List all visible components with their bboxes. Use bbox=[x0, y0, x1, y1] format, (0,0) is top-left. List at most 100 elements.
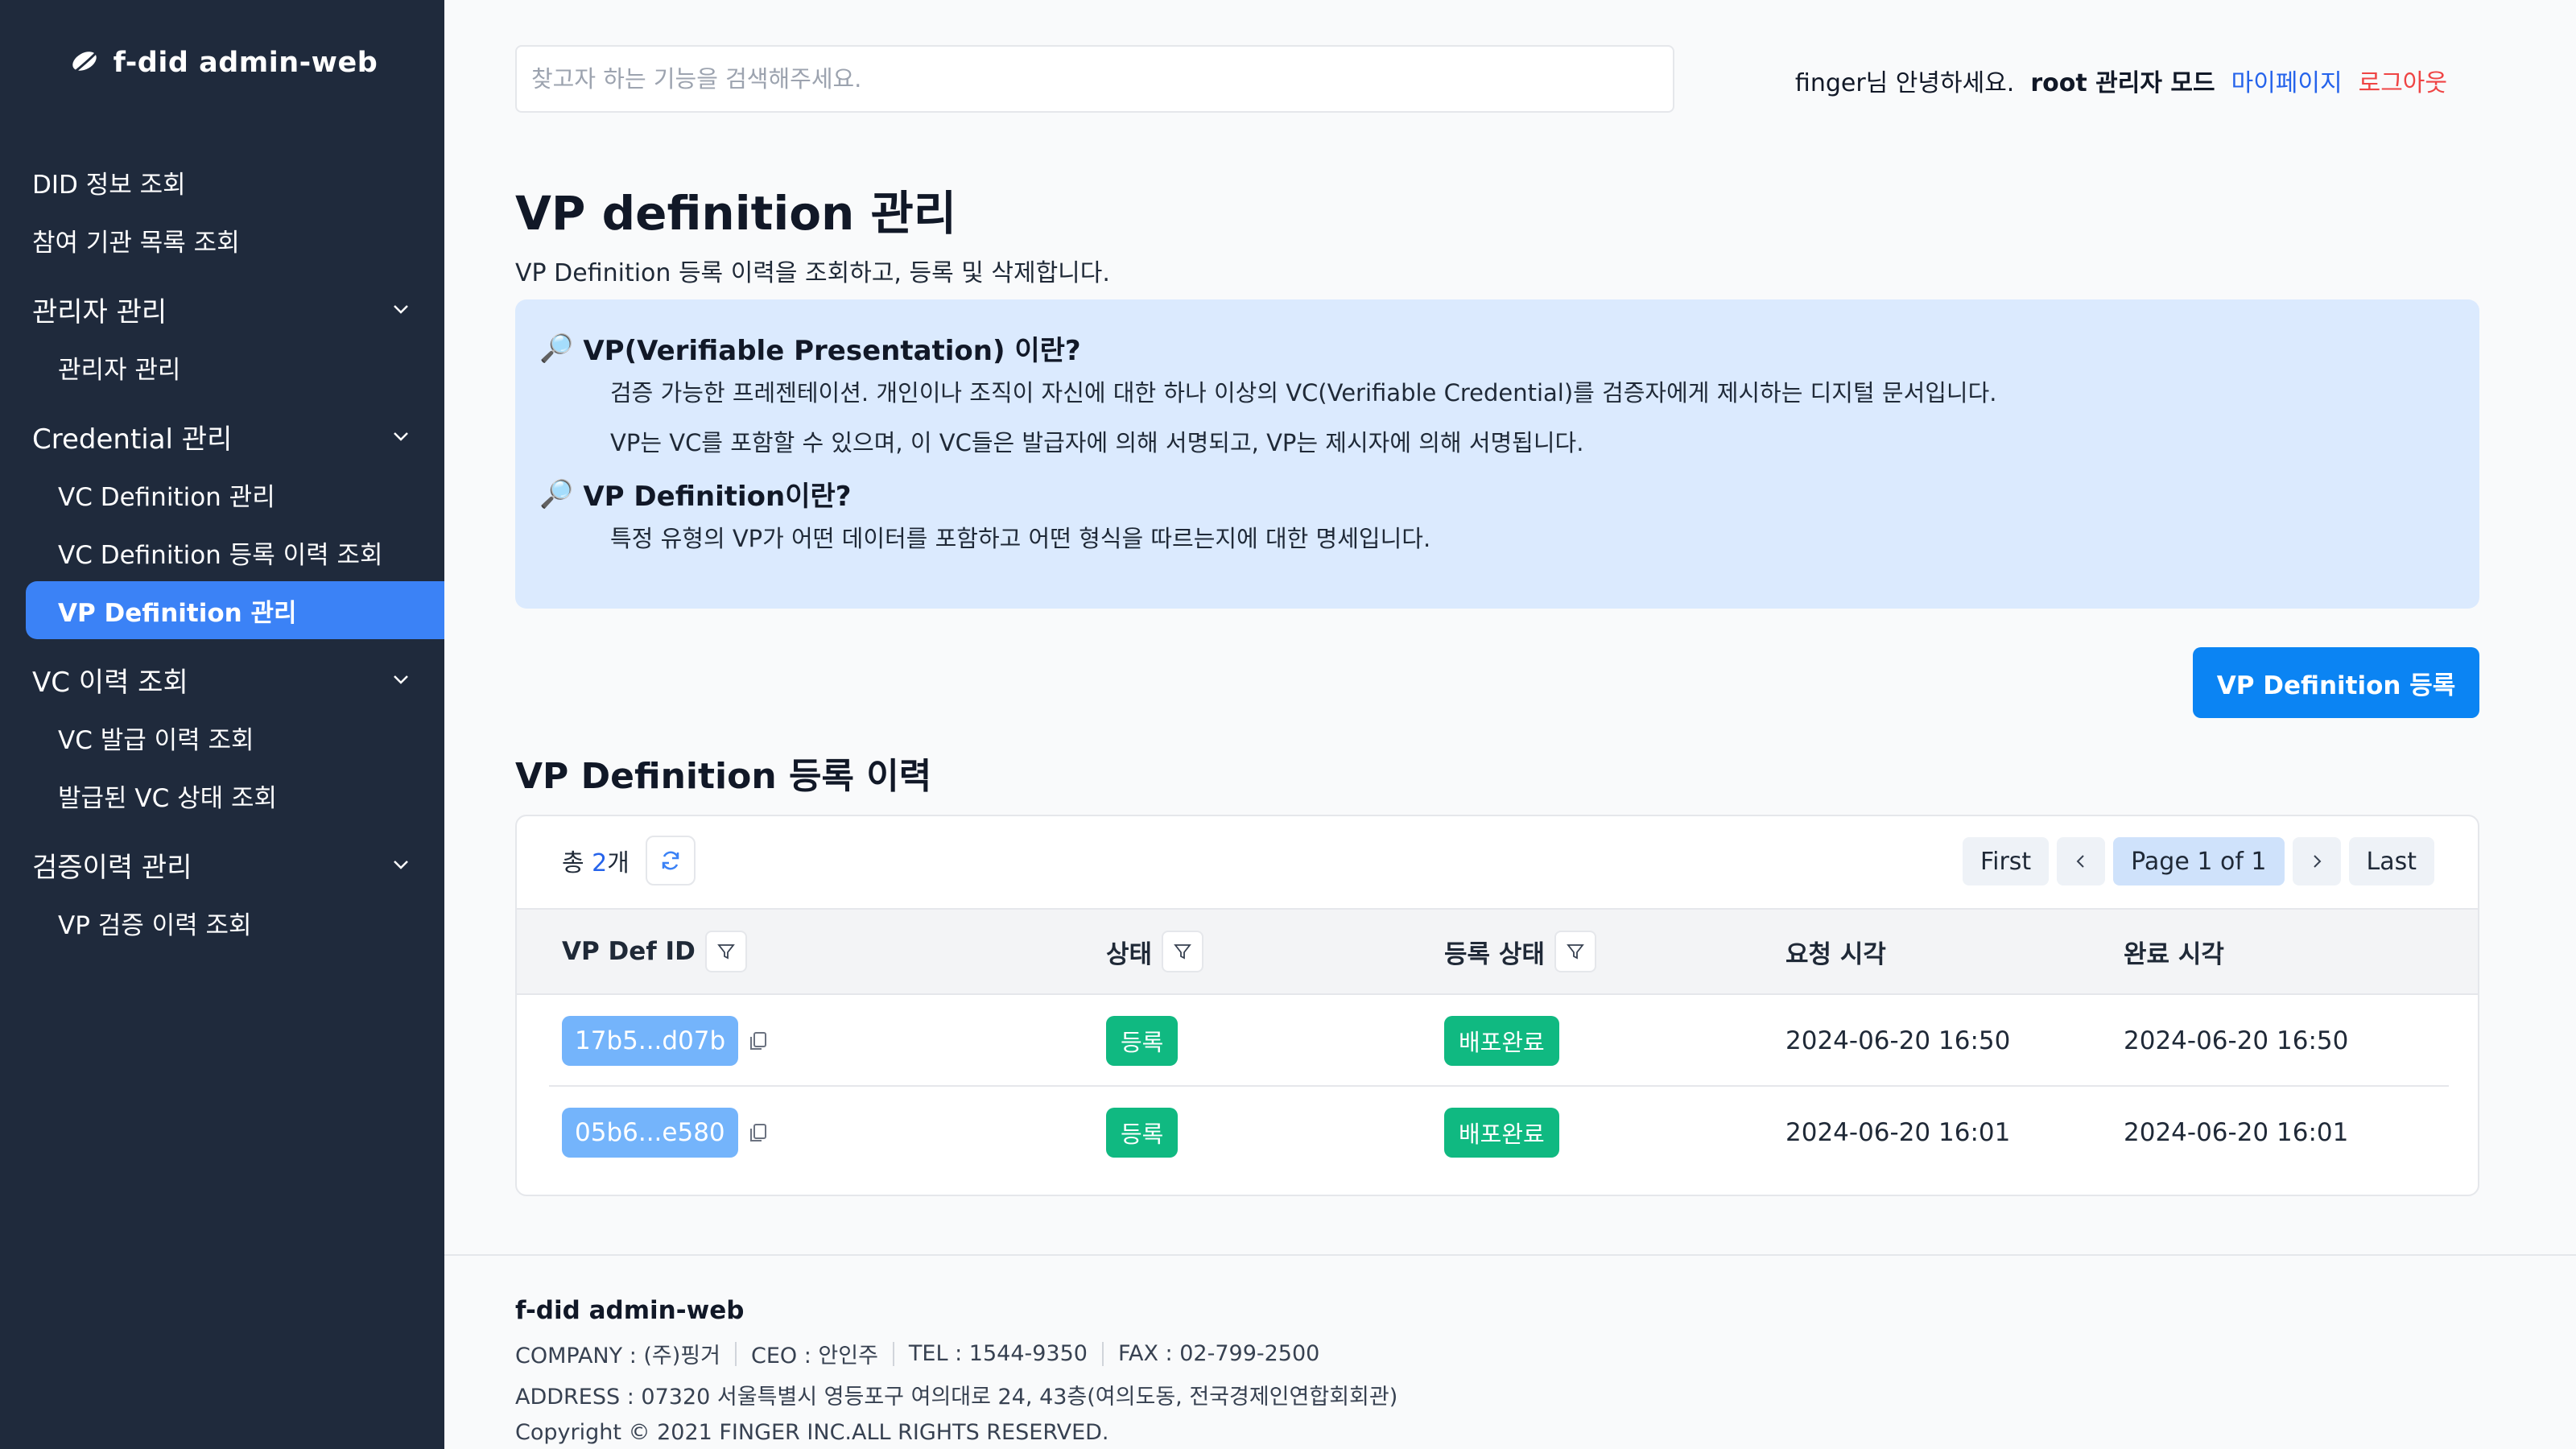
column-header-status: 상태 bbox=[1106, 910, 1204, 993]
footer-company-info: COMPANY : (주)핑거 CEO : 안인주 TEL : 1544-935… bbox=[515, 1338, 2576, 1369]
sidebar-group-label: 검증이력 관리 bbox=[32, 851, 192, 884]
footer-title: f-did admin-web bbox=[515, 1296, 745, 1325]
requested-time: 2024-06-20 16:01 bbox=[1785, 1118, 2011, 1147]
page-description: VP Definition 등록 이력을 조회하고, 등록 및 삭제합니다. bbox=[515, 259, 1110, 287]
filter-button[interactable] bbox=[1554, 931, 1596, 972]
reg-status-cell: 배포완료 bbox=[1444, 1087, 1559, 1179]
page-indicator: Page 1 of 1 bbox=[2113, 837, 2285, 886]
footer-fax: FAX : 02-799-2500 bbox=[1117, 1341, 1320, 1366]
column-label: VP Def ID bbox=[562, 937, 696, 966]
sidebar-group-admin[interactable]: 관리자 관리 bbox=[0, 280, 444, 338]
sidebar-item-admin-manage[interactable]: 관리자 관리 bbox=[0, 338, 444, 396]
sidebar-group-credential[interactable]: Credential 관리 bbox=[0, 407, 444, 465]
sidebar-group-label: 관리자 관리 bbox=[32, 295, 167, 328]
column-label: 등록 상태 bbox=[1444, 939, 1545, 969]
chevron-down-icon bbox=[394, 675, 408, 684]
column-header-requested: 요청 시각 bbox=[1785, 910, 1886, 993]
vp-def-id[interactable]: 17b5...d07b bbox=[562, 1016, 739, 1066]
total-count: 총 2개 bbox=[562, 836, 696, 886]
reg-status-badge: 배포완료 bbox=[1444, 1016, 1559, 1066]
footer-divider bbox=[892, 1341, 894, 1366]
register-vp-definition-button[interactable]: VP Definition 등록 bbox=[2193, 647, 2479, 718]
sidebar-group-vc-history[interactable]: VC 이력 조회 bbox=[0, 650, 444, 708]
chevron-right-icon bbox=[2313, 855, 2321, 868]
total-number: 2 bbox=[592, 849, 608, 877]
table-row[interactable]: 17b5...d07b 등록 배포완료 2024-06-20 16:50 202… bbox=[549, 995, 2449, 1087]
sidebar-group-label: VC 이력 조회 bbox=[32, 666, 188, 699]
column-header-reg-status: 등록 상태 bbox=[1444, 910, 1596, 993]
info-box: 🔎 VP(Verifiable Presentation) 이란? 검증 가능한… bbox=[515, 299, 2479, 609]
prev-page-button[interactable] bbox=[2057, 837, 2106, 886]
vp-def-id[interactable]: 05b6...e580 bbox=[562, 1108, 738, 1158]
chevron-left-icon bbox=[2076, 855, 2084, 868]
history-table-card: 총 2개 First Page 1 of 1 Last VP Def ID 상태 bbox=[515, 815, 2479, 1196]
sidebar-item-vc-definition-history[interactable]: VC Definition 등록 이력 조회 bbox=[0, 523, 444, 581]
next-page-button[interactable] bbox=[2292, 837, 2341, 886]
footer-tel: TEL : 1544-9350 bbox=[908, 1341, 1088, 1366]
table-row[interactable]: 05b6...e580 등록 배포완료 2024-06-20 16:01 202… bbox=[549, 1087, 2449, 1179]
info-paragraph: 특정 유형의 VP가 어떤 데이터를 포함하고 어떤 형식을 따르는지에 대한 … bbox=[610, 525, 1431, 552]
footer-ceo: CEO : 안인주 bbox=[750, 1344, 878, 1368]
last-page-button[interactable]: Last bbox=[2348, 837, 2434, 886]
copy-icon[interactable] bbox=[746, 1029, 770, 1053]
footer-company: COMPANY : (주)핑거 bbox=[515, 1344, 720, 1368]
sidebar-item-label: DID 정보 조회 bbox=[32, 170, 186, 200]
brand-leaf-icon bbox=[68, 52, 97, 77]
mypage-link[interactable]: 마이페이지 bbox=[2231, 63, 2343, 98]
sidebar-item-label: 참여 기관 목록 조회 bbox=[32, 228, 240, 258]
sidebar-nav: DID 정보 조회 참여 기관 목록 조회 관리자 관리 관리자 관리 Cred… bbox=[0, 153, 444, 952]
filter-icon bbox=[1567, 944, 1584, 960]
brand[interactable]: f-did admin-web bbox=[0, 47, 444, 79]
sidebar-item-label: 발급된 VC 상태 조회 bbox=[58, 783, 278, 813]
column-label: 완료 시각 bbox=[2124, 939, 2224, 969]
info-heading-text: VP Definition이란? bbox=[583, 481, 852, 513]
info-heading-text: VP(Verifiable Presentation) 이란? bbox=[583, 335, 1081, 367]
info-paragraph: VP는 VC를 포함할 수 있으며, 이 VC들은 발급자에 의해 서명되고, … bbox=[610, 429, 1584, 456]
sidebar-item-vp-verify-history[interactable]: VP 검증 이력 조회 bbox=[0, 894, 444, 952]
chevron-down-icon bbox=[394, 305, 408, 314]
user-bar: finger님 안녕하세요. root 관리자 모드 마이페이지 로그아웃 bbox=[1795, 63, 2447, 98]
sidebar-item-vc-issue-history[interactable]: VC 발급 이력 조회 bbox=[0, 708, 444, 766]
sidebar-item-org-list[interactable]: 참여 기관 목록 조회 bbox=[0, 211, 444, 269]
status-cell: 등록 bbox=[1106, 995, 1179, 1087]
refresh-icon bbox=[662, 851, 679, 870]
total-prefix: 총 bbox=[562, 849, 592, 877]
magnifier-icon: 🔎 bbox=[539, 332, 574, 365]
status-badge: 등록 bbox=[1106, 1016, 1179, 1066]
completed-time: 2024-06-20 16:50 bbox=[2124, 1026, 2349, 1055]
sidebar-item-did-info[interactable]: DID 정보 조회 bbox=[0, 153, 444, 211]
footer-copyright: Copyright © 2021 FINGER INC.ALL RIGHTS R… bbox=[515, 1420, 1109, 1445]
refresh-button[interactable] bbox=[645, 836, 696, 886]
filter-icon bbox=[716, 944, 735, 960]
sidebar-item-label: VC Definition 관리 bbox=[58, 482, 275, 512]
completed-time: 2024-06-20 16:01 bbox=[2124, 1118, 2349, 1147]
first-page-button[interactable]: First bbox=[1963, 837, 2050, 886]
info-heading-vp: 🔎 VP(Verifiable Presentation) 이란? bbox=[539, 328, 2455, 368]
logout-link[interactable]: 로그아웃 bbox=[2359, 63, 2447, 98]
page-title: VP definition 관리 bbox=[515, 186, 957, 241]
sidebar-item-label: VC Definition 등록 이력 조회 bbox=[58, 540, 383, 570]
copy-icon[interactable] bbox=[746, 1121, 770, 1145]
mode-label: root 관리자 모드 bbox=[2030, 69, 2215, 97]
filter-button[interactable] bbox=[704, 931, 747, 972]
column-label: 상태 bbox=[1106, 939, 1153, 969]
section-title: VP Definition 등록 이력 bbox=[515, 756, 932, 797]
pagination: First Page 1 of 1 Last bbox=[1963, 837, 2434, 886]
status-cell: 등록 bbox=[1106, 1087, 1179, 1179]
status-badge: 등록 bbox=[1106, 1108, 1179, 1158]
vp-def-id-cell: 17b5...d07b bbox=[562, 995, 770, 1087]
info-heading-vp-definition: 🔎 VP Definition이란? bbox=[539, 474, 2455, 514]
column-label: 요청 시각 bbox=[1785, 939, 1886, 969]
chevron-down-icon bbox=[394, 432, 408, 441]
sidebar-item-vp-definition[interactable]: VP Definition 관리 bbox=[26, 581, 444, 639]
sidebar-item-vc-definition[interactable]: VC Definition 관리 bbox=[0, 465, 444, 523]
table-header: VP Def ID 상태 등록 상태 요청 시각 완료 시각 bbox=[517, 908, 2478, 995]
reg-status-badge: 배포완료 bbox=[1444, 1108, 1559, 1158]
sidebar-item-vc-status[interactable]: 발급된 VC 상태 조회 bbox=[0, 766, 444, 824]
reg-status-cell: 배포완료 bbox=[1444, 995, 1559, 1087]
filter-button[interactable] bbox=[1162, 931, 1204, 972]
sidebar-group-verify[interactable]: 검증이력 관리 bbox=[0, 836, 444, 894]
footer-divider bbox=[1101, 1341, 1104, 1366]
search-input[interactable] bbox=[515, 45, 1674, 113]
column-header-vp-def-id: VP Def ID bbox=[562, 910, 747, 993]
